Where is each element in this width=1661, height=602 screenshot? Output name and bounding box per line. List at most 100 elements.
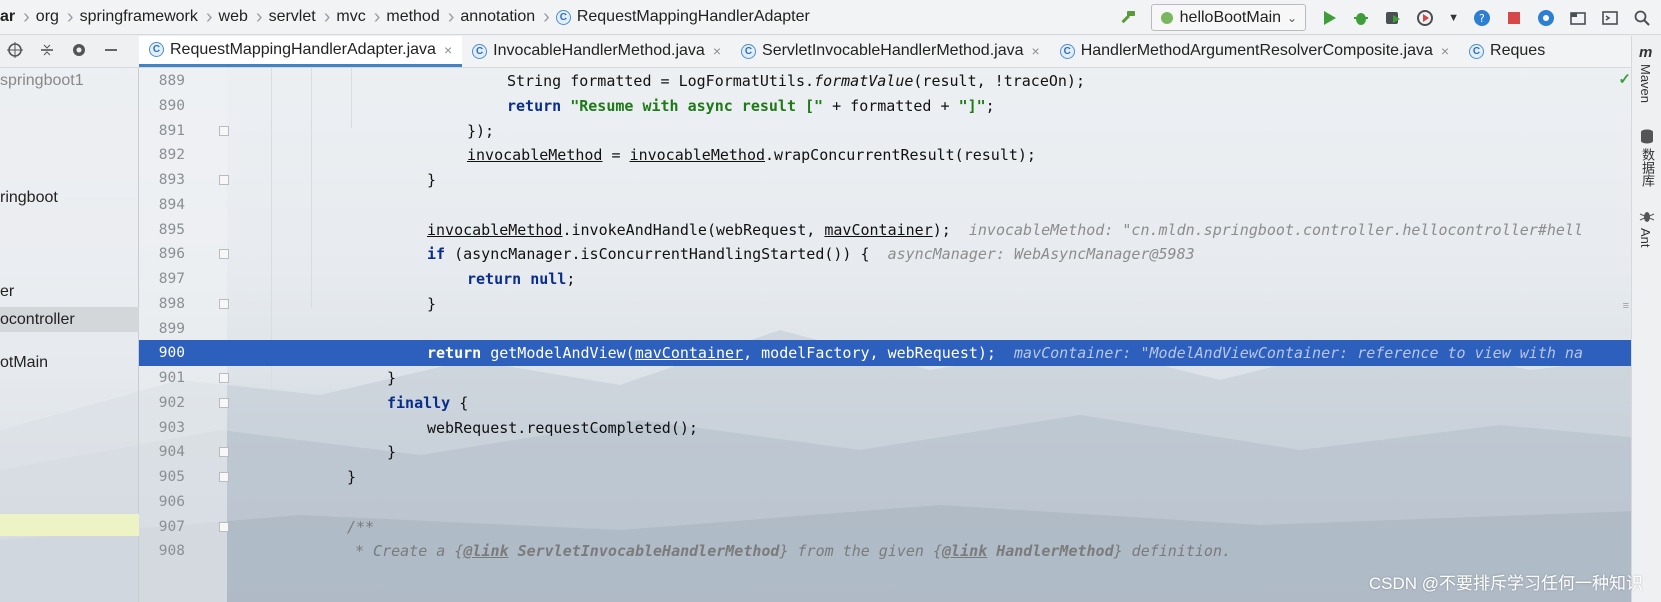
minimize-icon[interactable] xyxy=(102,41,120,63)
ant-tool-button[interactable]: Ant xyxy=(1638,228,1653,248)
code-line[interactable]: 894 xyxy=(139,192,1631,218)
run-icon[interactable] xyxy=(1320,9,1338,27)
class-icon: C xyxy=(149,42,164,57)
project-tree-item[interactable]: ocontroller xyxy=(0,307,139,332)
code-line[interactable]: 898} xyxy=(139,291,1631,317)
database-icon[interactable] xyxy=(1639,128,1655,148)
ant-icon[interactable] xyxy=(1639,208,1655,228)
line-number: 890 xyxy=(158,97,185,114)
stop-icon[interactable] xyxy=(1505,9,1523,27)
close-tab-icon[interactable]: × xyxy=(713,43,721,59)
svg-text:?: ? xyxy=(1479,12,1485,25)
project-tree-item[interactable]: springboot1 xyxy=(0,72,84,90)
inspection-ok-icon[interactable]: ✓ xyxy=(1618,70,1631,88)
code-line[interactable]: 907 /** xyxy=(139,514,1631,540)
line-number: 900 xyxy=(158,345,185,362)
gear-icon[interactable] xyxy=(70,41,88,63)
maven-icon[interactable]: m xyxy=(1639,44,1652,61)
editor-tab[interactable]: C Reques xyxy=(1459,36,1555,67)
code-text: finally { xyxy=(387,393,469,412)
code-line[interactable]: 892 invocableMethod = invocableMethod.wra… xyxy=(139,142,1631,168)
code-line[interactable]: 895 invocableMethod.invokeAndHandle(webRe… xyxy=(139,217,1631,243)
code-text: invocableMethod = invocableMethod.wrapCo… xyxy=(467,146,1036,165)
breadcrumb-label: method xyxy=(386,8,440,25)
terminal-icon[interactable] xyxy=(1601,9,1619,27)
debug-icon[interactable] xyxy=(1352,9,1370,27)
code-line[interactable]: 902 finally { xyxy=(139,390,1631,416)
project-tree-item[interactable]: ringboot xyxy=(0,189,58,207)
line-number: 896 xyxy=(158,246,185,263)
breadcrumb-item[interactable]: method xyxy=(382,8,447,26)
tab-label: InvocableHandlerMethod.java xyxy=(493,42,705,59)
project-tree-item[interactable]: er xyxy=(0,283,14,301)
editor-tab[interactable]: C InvocableHandlerMethod.java × xyxy=(462,36,731,67)
code-line[interactable]: 890 return "Resume with async result [" +… xyxy=(139,93,1631,119)
main-toolbar: helloBootMain ⌄ ▼ ? xyxy=(1119,0,1661,35)
right-tool-stripe: m Maven 数据库 Ant xyxy=(1631,36,1661,602)
tree-highlight-row xyxy=(0,514,139,536)
build-hammer-icon[interactable] xyxy=(1119,9,1137,27)
code-line[interactable]: 905} xyxy=(139,464,1631,490)
line-number: 889 xyxy=(158,73,185,89)
breadcrumb-label: org xyxy=(35,8,59,25)
close-tab-icon[interactable]: × xyxy=(1441,43,1449,59)
breadcrumb-item[interactable]: web xyxy=(215,8,256,26)
line-number: 901 xyxy=(158,370,185,386)
code-line[interactable]: 897 return null; xyxy=(139,266,1631,292)
code-text: } xyxy=(387,369,397,387)
breadcrumb-label: ar xyxy=(0,8,16,25)
editor-tab[interactable]: C HandlerMethodArgumentResolverComposite.… xyxy=(1050,36,1459,67)
update-icon[interactable]: ? xyxy=(1473,9,1491,27)
maven-tool-button[interactable]: Maven xyxy=(1638,64,1653,103)
breadcrumb-separator-icon: › xyxy=(543,5,550,28)
code-line[interactable]: 893} xyxy=(139,167,1631,193)
code-text: /** xyxy=(347,517,375,536)
code-line[interactable]: 903 webRequest.requestCompleted(); xyxy=(139,415,1631,441)
close-tab-icon[interactable]: × xyxy=(1032,43,1040,59)
editor-tab[interactable]: C RequestMappingHandlerAdapter.java × xyxy=(139,36,463,67)
line-number: 908 xyxy=(158,543,185,560)
target-icon[interactable] xyxy=(6,41,24,63)
search-icon[interactable] xyxy=(1633,9,1651,27)
class-icon: C xyxy=(1469,43,1485,59)
code-text: return getModelAndView(mavContainer, mod… xyxy=(427,344,1583,363)
editor-tab[interactable]: C ServletInvocableHandlerMethod.java × xyxy=(731,36,1050,67)
line-number: 894 xyxy=(158,196,185,213)
breadcrumb-label: web xyxy=(218,8,248,25)
chevron-down-icon[interactable]: ▼ xyxy=(1448,12,1459,24)
code-line[interactable]: 899 xyxy=(139,316,1631,342)
code-line[interactable]: 906 xyxy=(139,489,1631,515)
coverage-icon[interactable] xyxy=(1384,9,1402,27)
code-line[interactable]: 901} xyxy=(139,365,1631,391)
profile-icon[interactable] xyxy=(1416,9,1434,27)
current-execution-line[interactable]: 900 return getModelAndView(mavContainer, … xyxy=(139,340,1631,367)
code-line[interactable]: 891}); xyxy=(139,118,1631,144)
code-text: } xyxy=(347,468,357,486)
breadcrumb-item[interactable]: C RequestMappingHandlerAdapter xyxy=(552,8,818,26)
breadcrumb-item[interactable]: org xyxy=(32,8,67,26)
code-line[interactable]: 896 if (asyncManager.isConcurrentHandling… xyxy=(139,241,1631,267)
breadcrumb-label: springframework xyxy=(79,8,198,25)
code-editor[interactable]: 889 String formatted = LogFormatUtils.for… xyxy=(139,68,1631,602)
code-text: * Create a {@link ServletInvocableHandle… xyxy=(355,542,1232,561)
line-number: 898 xyxy=(158,295,185,312)
breadcrumb-separator-icon: › xyxy=(373,5,381,28)
breadcrumb-item[interactable]: ar xyxy=(0,8,23,26)
code-line[interactable]: 904} xyxy=(139,439,1631,465)
project-tree-item[interactable]: otMain xyxy=(0,354,48,372)
code-line[interactable]: 889 String formatted = LogFormatUtils.for… xyxy=(139,68,1631,94)
collapse-icon[interactable] xyxy=(38,41,56,63)
code-line[interactable]: 908 * Create a {@link ServletInvocableHan… xyxy=(139,538,1631,564)
breadcrumb-item[interactable]: springframework xyxy=(76,8,206,26)
database-tool-button[interactable]: 数据库 xyxy=(1638,148,1657,187)
line-number: 891 xyxy=(158,122,185,139)
breadcrumb-item[interactable]: annotation xyxy=(456,8,543,26)
breadcrumb-item[interactable]: servlet xyxy=(265,8,324,26)
breadcrumb-separator-icon: › xyxy=(205,5,213,28)
close-tab-icon[interactable]: × xyxy=(444,42,452,58)
settings-icon[interactable] xyxy=(1537,9,1555,27)
spring-boot-icon xyxy=(1160,11,1173,24)
structure-icon[interactable] xyxy=(1569,9,1587,27)
run-configuration-select[interactable]: helloBootMain ⌄ xyxy=(1150,4,1307,31)
breadcrumb-item[interactable]: mvc xyxy=(332,8,373,26)
